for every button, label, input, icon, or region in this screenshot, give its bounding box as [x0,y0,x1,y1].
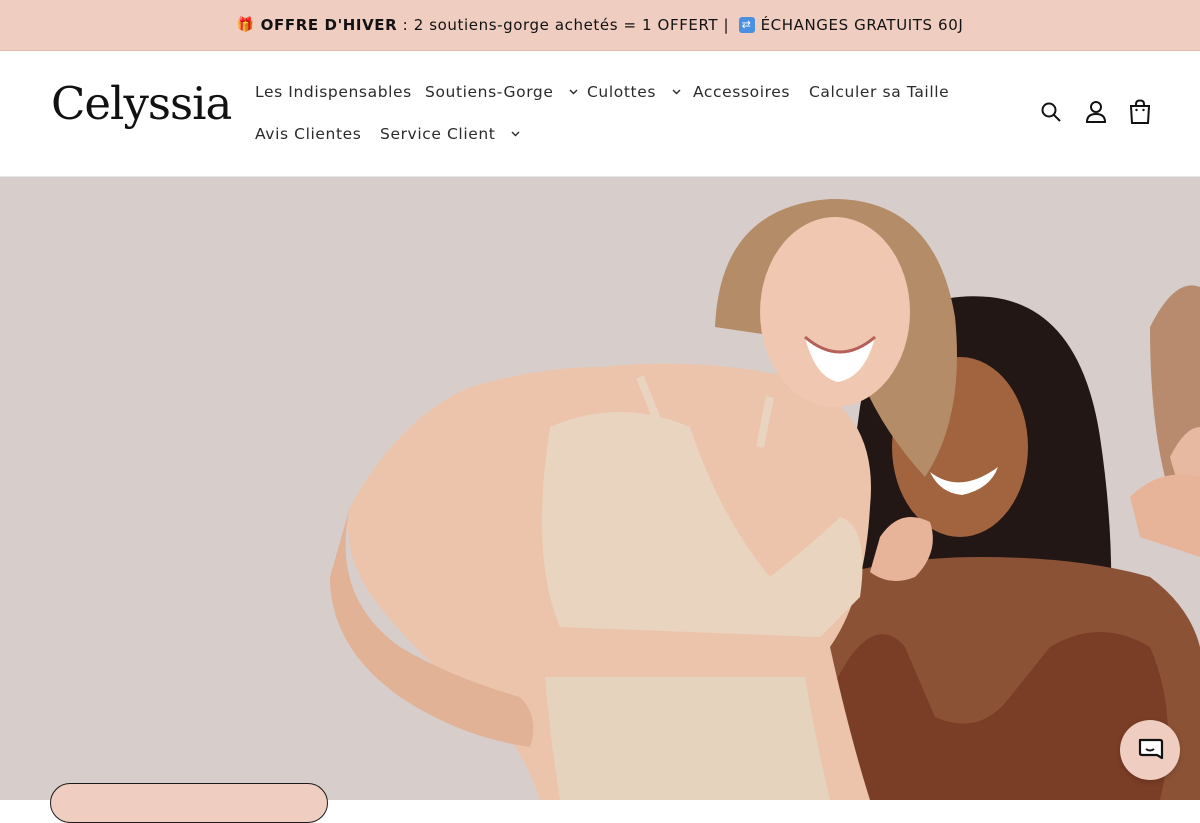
nav-item-label: Accessoires [693,83,791,101]
chat-button[interactable] [1120,720,1180,780]
nav-item-soutiens-gorge[interactable]: Soutiens-Gorge [425,83,578,101]
nav-item-label: Culottes [587,83,657,101]
hero-image [0,177,1200,800]
exchange-text: ÉCHANGES GRATUITS 60J [760,16,964,34]
nav-item-label: Calculer sa Taille [809,83,950,101]
nav-item-label: Les Indispensables [255,83,412,101]
nav-item-calculer-taille[interactable]: Calculer sa Taille [809,83,949,101]
exchange-icon: ⇄ [738,17,755,33]
nav-item-service-client[interactable]: Service Client [380,125,520,143]
nav-item-culottes[interactable]: Culottes [587,83,681,101]
nav-item-label: Soutiens-Gorge [425,83,554,101]
offer-label: OFFRE D'HIVER [260,16,398,34]
chevron-down-icon [511,131,520,137]
search-icon[interactable] [1040,101,1062,123]
hero-banner [0,177,1200,800]
chevron-down-icon [569,89,578,95]
site-header: Celyssia Les Indispensables Soutiens-Gor… [0,51,1200,177]
gift-icon: 🎁 [236,17,255,33]
chevron-down-icon [672,89,681,95]
nav-item-label: Avis Clientes [255,125,362,143]
nav-item-label: Service Client [380,125,496,143]
site-logo[interactable]: Celyssia [51,81,232,126]
chat-bubble-icon [1138,738,1164,760]
account-icon[interactable] [1085,100,1107,124]
cart-icon[interactable] [1129,99,1151,125]
nav-item-les-indispensables[interactable]: Les Indispensables [255,83,412,101]
hero-cta-button[interactable] [50,783,328,823]
offer-text: : 2 soutiens-gorge achetés = 1 OFFERT | [397,16,735,34]
announcement-bar: 🎁 OFFRE D'HIVER : 2 soutiens-gorge achet… [0,0,1200,51]
nav-item-accessoires[interactable]: Accessoires [693,83,790,101]
nav-item-avis-clientes[interactable]: Avis Clientes [255,125,361,143]
